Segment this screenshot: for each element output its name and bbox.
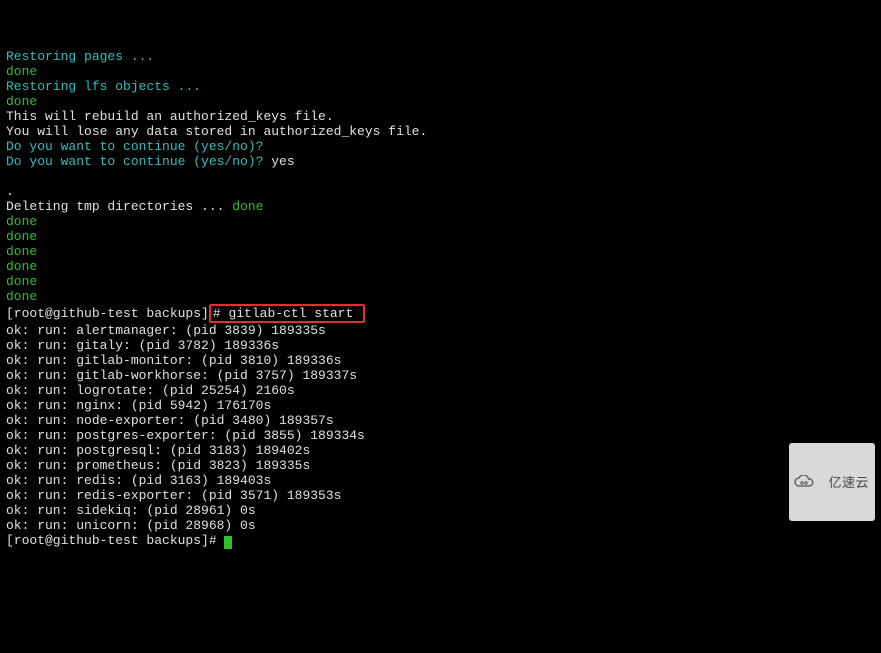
service-line: ok: run: gitlab-workhorse: (pid 3757) 18… xyxy=(6,368,357,383)
watermark-badge: 亿速云 xyxy=(789,443,875,521)
line-done: done xyxy=(6,289,37,304)
service-line: ok: run: nginx: (pid 5942) 176170s xyxy=(6,398,271,413)
cloud-icon xyxy=(793,445,824,519)
cursor-icon xyxy=(224,536,232,549)
service-line: ok: run: unicorn: (pid 28968) 0s xyxy=(6,518,256,533)
prompt-hash: # xyxy=(209,533,217,548)
service-line: ok: run: redis-exporter: (pid 3571) 1893… xyxy=(6,488,341,503)
line-done: done xyxy=(6,229,37,244)
cmd-gitlab-ctl-start: gitlab-ctl start xyxy=(221,306,361,321)
line-done: done xyxy=(6,94,37,109)
line-continue-answer: yes xyxy=(263,154,294,169)
line-restoring-lfs: Restoring lfs objects ... xyxy=(6,79,201,94)
service-line: ok: run: postgresql: (pid 3183) 189402s xyxy=(6,443,310,458)
highlighted-command: # gitlab-ctl start xyxy=(209,304,365,323)
watermark-text: 亿速云 xyxy=(828,475,869,490)
line-rebuild-notice2: You will lose any data stored in authori… xyxy=(6,124,427,139)
line-continue-q1: Do you want to continue (yes/no)? xyxy=(6,139,263,154)
line-rebuild-notice1: This will rebuild an authorized_keys fil… xyxy=(6,109,334,124)
line-done: done xyxy=(232,199,263,214)
line-done: done xyxy=(6,244,37,259)
service-line: ok: run: gitlab-monitor: (pid 3810) 1893… xyxy=(6,353,341,368)
prompt-host: [root@github-test backups] xyxy=(6,533,209,548)
line-done: done xyxy=(6,64,37,79)
line-dot: . xyxy=(6,184,14,199)
service-line: ok: run: postgres-exporter: (pid 3855) 1… xyxy=(6,428,365,443)
prompt-host: [root@github-test backups] xyxy=(6,306,209,321)
line-continue-q2: Do you want to continue (yes/no)? xyxy=(6,154,263,169)
line-done: done xyxy=(6,259,37,274)
terminal-output[interactable]: Restoring pages ... done Restoring lfs o… xyxy=(6,49,875,548)
service-line: ok: run: logrotate: (pid 25254) 2160s xyxy=(6,383,295,398)
service-line: ok: run: gitaly: (pid 3782) 189336s xyxy=(6,338,279,353)
line-done: done xyxy=(6,214,37,229)
service-line: ok: run: alertmanager: (pid 3839) 189335… xyxy=(6,323,326,338)
line-deleting-tmp: Deleting tmp directories ... xyxy=(6,199,232,214)
service-line: ok: run: redis: (pid 3163) 189403s xyxy=(6,473,271,488)
service-line: ok: run: sidekiq: (pid 28961) 0s xyxy=(6,503,256,518)
line-done: done xyxy=(6,274,37,289)
service-line: ok: run: prometheus: (pid 3823) 189335s xyxy=(6,458,310,473)
prompt-hash: # xyxy=(213,306,221,321)
service-line: ok: run: node-exporter: (pid 3480) 18935… xyxy=(6,413,334,428)
line-restoring-pages: Restoring pages ... xyxy=(6,49,154,64)
